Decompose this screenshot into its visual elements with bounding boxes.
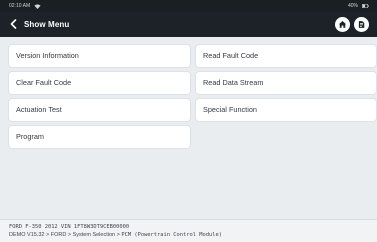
back-button[interactable]	[7, 18, 20, 31]
home-button[interactable]	[335, 17, 350, 32]
status-left: 02:10 AM	[9, 0, 41, 12]
screen: 02:10 AM 40% Show Menu Version Informati…	[0, 0, 377, 242]
version-information-button[interactable]: Version Information	[8, 44, 191, 68]
status-right: 40%	[348, 0, 369, 12]
battery-percentage: 40%	[347, 3, 358, 9]
breadcrumb-path: DEMO V15.32 > FORD > System Selection >	[9, 232, 122, 238]
chevron-left-icon	[10, 16, 17, 34]
read-fault-code-button[interactable]: Read Fault Code	[195, 44, 377, 68]
wifi-icon	[34, 3, 41, 9]
breadcrumb-module: PCM (Powertrain Control Module)	[121, 232, 222, 238]
breadcrumb: DEMO V15.32 > FORD > System Selection > …	[9, 232, 222, 239]
wifi-icon-svg	[34, 3, 41, 9]
info-icon-svg	[358, 20, 365, 28]
battery-icon-svg	[362, 4, 369, 8]
read-data-stream-button[interactable]: Read Data Stream	[195, 71, 377, 95]
vehicle-info: FORD F-350 2012 VIN 1FT8W3DT9CEB00000	[9, 224, 130, 230]
program-button[interactable]: Program	[8, 125, 191, 149]
clear-fault-code-button[interactable]: Clear Fault Code	[8, 71, 191, 95]
chevron-left-icon-svg	[10, 18, 17, 29]
battery-icon	[362, 4, 369, 8]
vehicle-footer: FORD F-350 2012 VIN 1FT8W3DT9CEB00000 DE…	[0, 219, 377, 242]
status-bar: 02:10 AM 40%	[0, 0, 377, 12]
info-icon	[357, 16, 366, 34]
header-bar: Show Menu	[0, 12, 377, 37]
actuation-test-button[interactable]: Actuation Test	[8, 98, 191, 122]
special-function-button[interactable]: Special Function	[195, 98, 377, 122]
info-button[interactable]	[354, 17, 369, 32]
home-icon-svg	[338, 20, 347, 28]
status-time: 02:10 AM	[9, 3, 31, 9]
header-actions	[335, 17, 369, 32]
page-title: Show Menu	[24, 20, 70, 29]
menu-area: Version Information Read Fault Code Clea…	[0, 37, 377, 219]
home-icon	[338, 16, 347, 34]
